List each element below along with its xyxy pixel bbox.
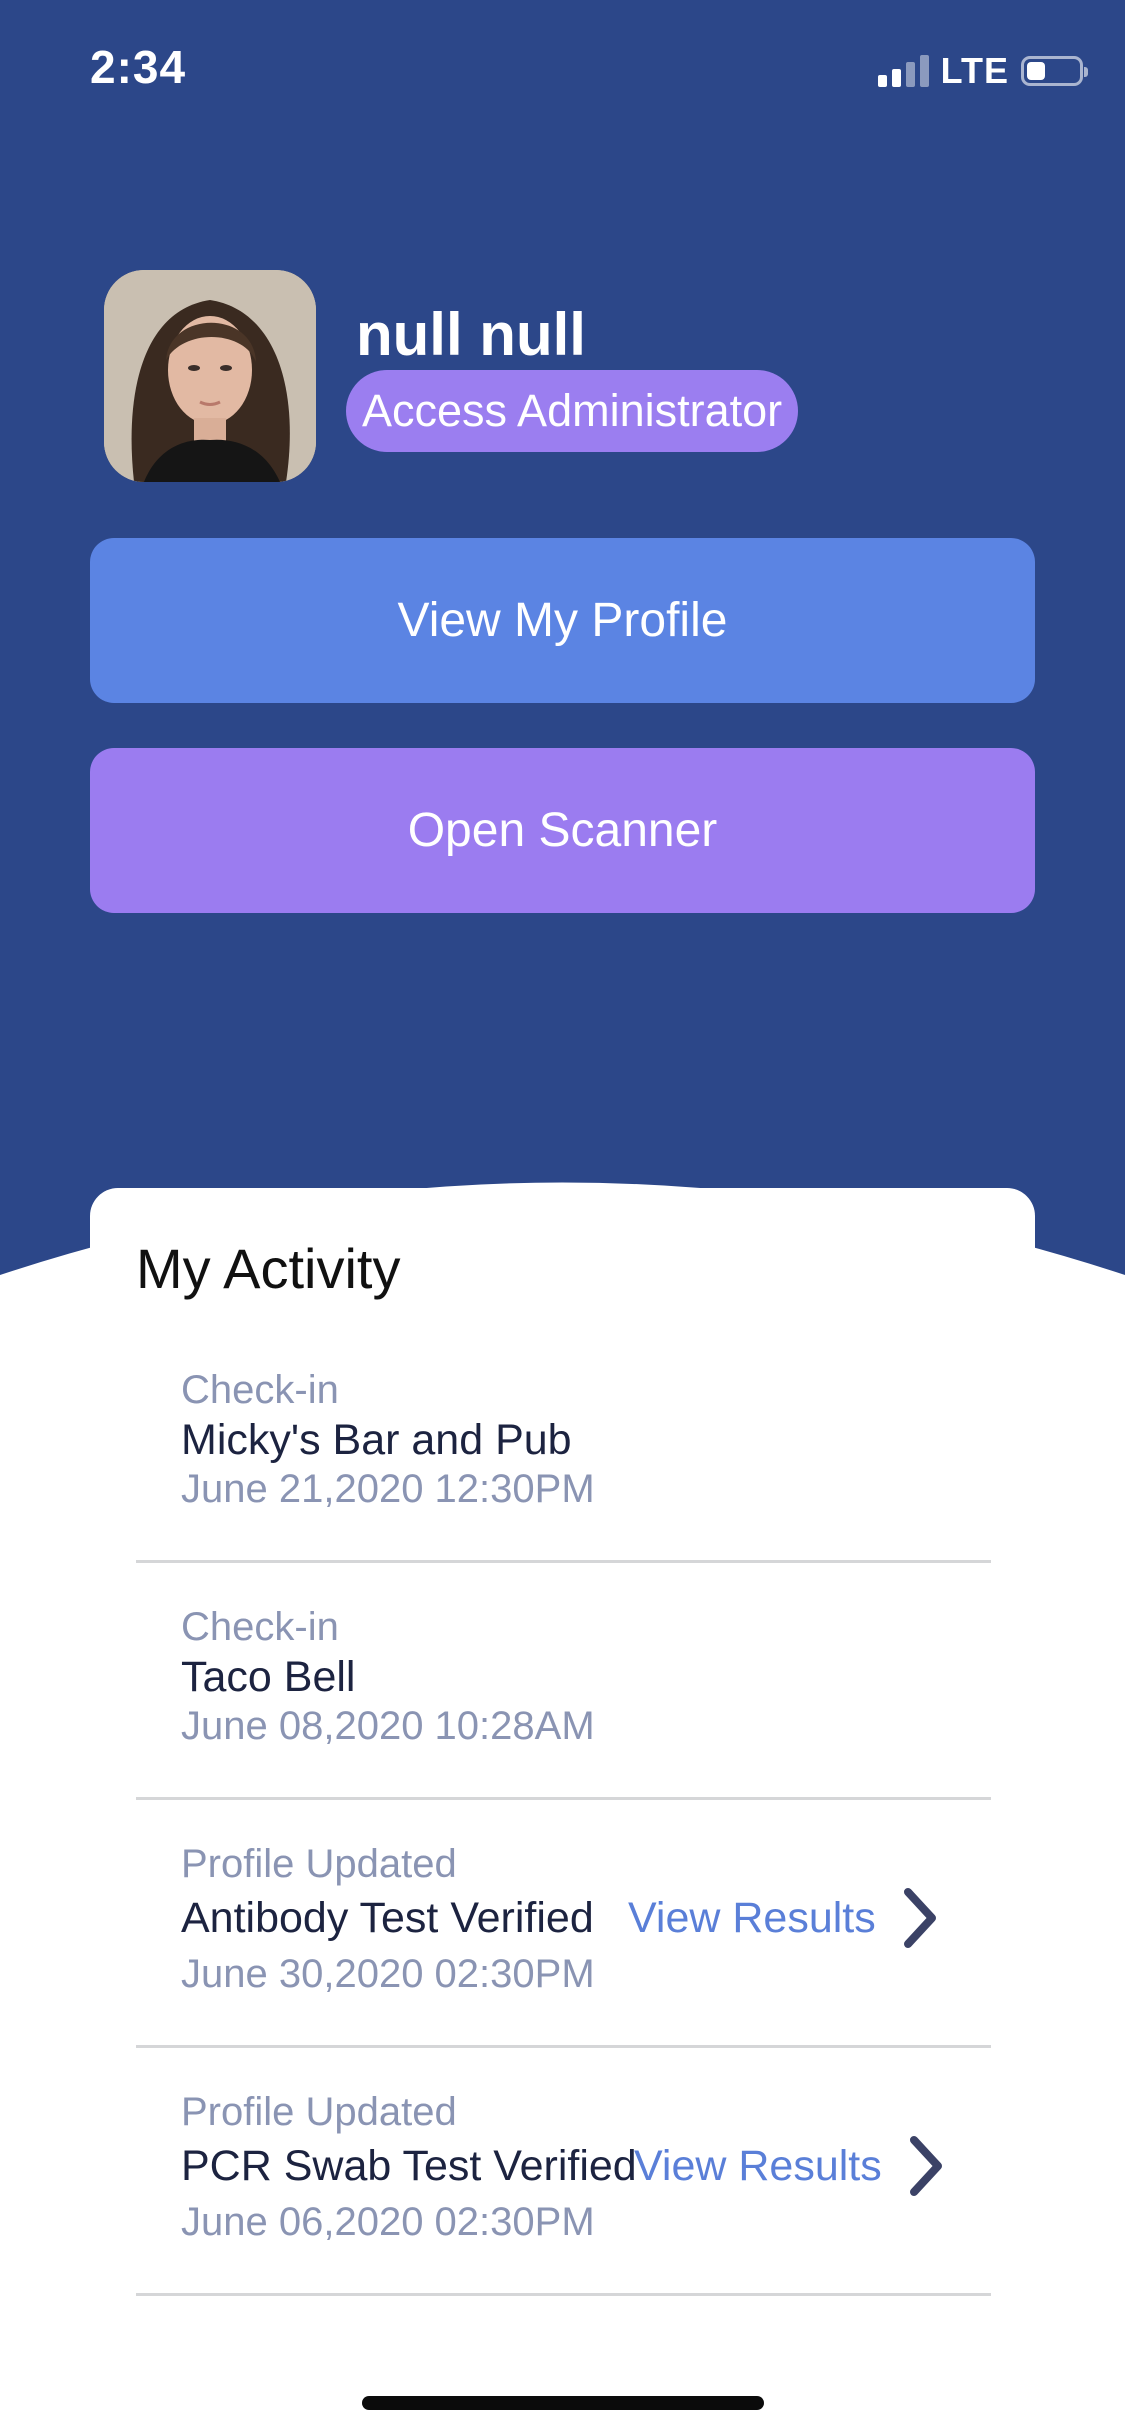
home-screen: 2:34 LTE null null Access Administrator: [0, 0, 1125, 2436]
activity-type: Profile Updated: [181, 2090, 457, 2134]
activity-type: Check-in: [181, 1368, 339, 1412]
activity-item[interactable]: Check-in Taco Bell June 08,2020 10:28AM: [136, 1563, 991, 1800]
role-badge: Access Administrator: [346, 370, 799, 452]
chevron-right-icon[interactable]: [904, 2134, 948, 2198]
activity-title: My Activity: [136, 1237, 401, 1300]
activity-item-title: Micky's Bar and Pub: [181, 1416, 572, 1464]
chevron-right-icon[interactable]: [898, 1886, 942, 1950]
battery-level: [1027, 62, 1045, 80]
activity-type: Check-in: [181, 1605, 339, 1649]
activity-card: My Activity Check-in Micky's Bar and Pub…: [90, 1188, 1035, 2338]
battery-icon: [1021, 56, 1088, 86]
activity-date: June 21,2020 12:30PM: [181, 1467, 595, 1511]
activity-item-title: Taco Bell: [181, 1653, 356, 1701]
activity-date: June 08,2020 10:28AM: [181, 1704, 595, 1748]
signal-icon: [877, 55, 929, 87]
user-name: null null: [356, 301, 586, 368]
view-results-link[interactable]: View Results: [634, 2142, 882, 2191]
view-results-link[interactable]: View Results: [628, 1894, 876, 1943]
activity-item-title: PCR Swab Test Verified: [181, 2142, 637, 2190]
activity-item[interactable]: Check-in Micky's Bar and Pub June 21,202…: [136, 1326, 991, 1563]
activity-date: June 30,2020 02:30PM: [181, 1952, 595, 1996]
status-icons: LTE: [877, 50, 1088, 92]
activity-type: Profile Updated: [181, 1842, 457, 1886]
activity-list: Check-in Micky's Bar and Pub June 21,202…: [136, 1326, 991, 2296]
activity-item-title: Antibody Test Verified: [181, 1894, 594, 1942]
activity-item[interactable]: Profile Updated PCR Swab Test Verified V…: [136, 2048, 991, 2296]
avatar: [104, 270, 316, 482]
avatar-photo-icon: [104, 270, 316, 482]
view-profile-button[interactable]: View My Profile: [90, 538, 1035, 703]
open-scanner-button[interactable]: Open Scanner: [90, 748, 1035, 913]
status-time: 2:34: [90, 41, 187, 93]
home-indicator[interactable]: [362, 2396, 764, 2410]
network-label: LTE: [940, 50, 1009, 91]
activity-item[interactable]: Profile Updated Antibody Test Verified V…: [136, 1800, 991, 2048]
activity-date: June 06,2020 02:30PM: [181, 2200, 595, 2244]
